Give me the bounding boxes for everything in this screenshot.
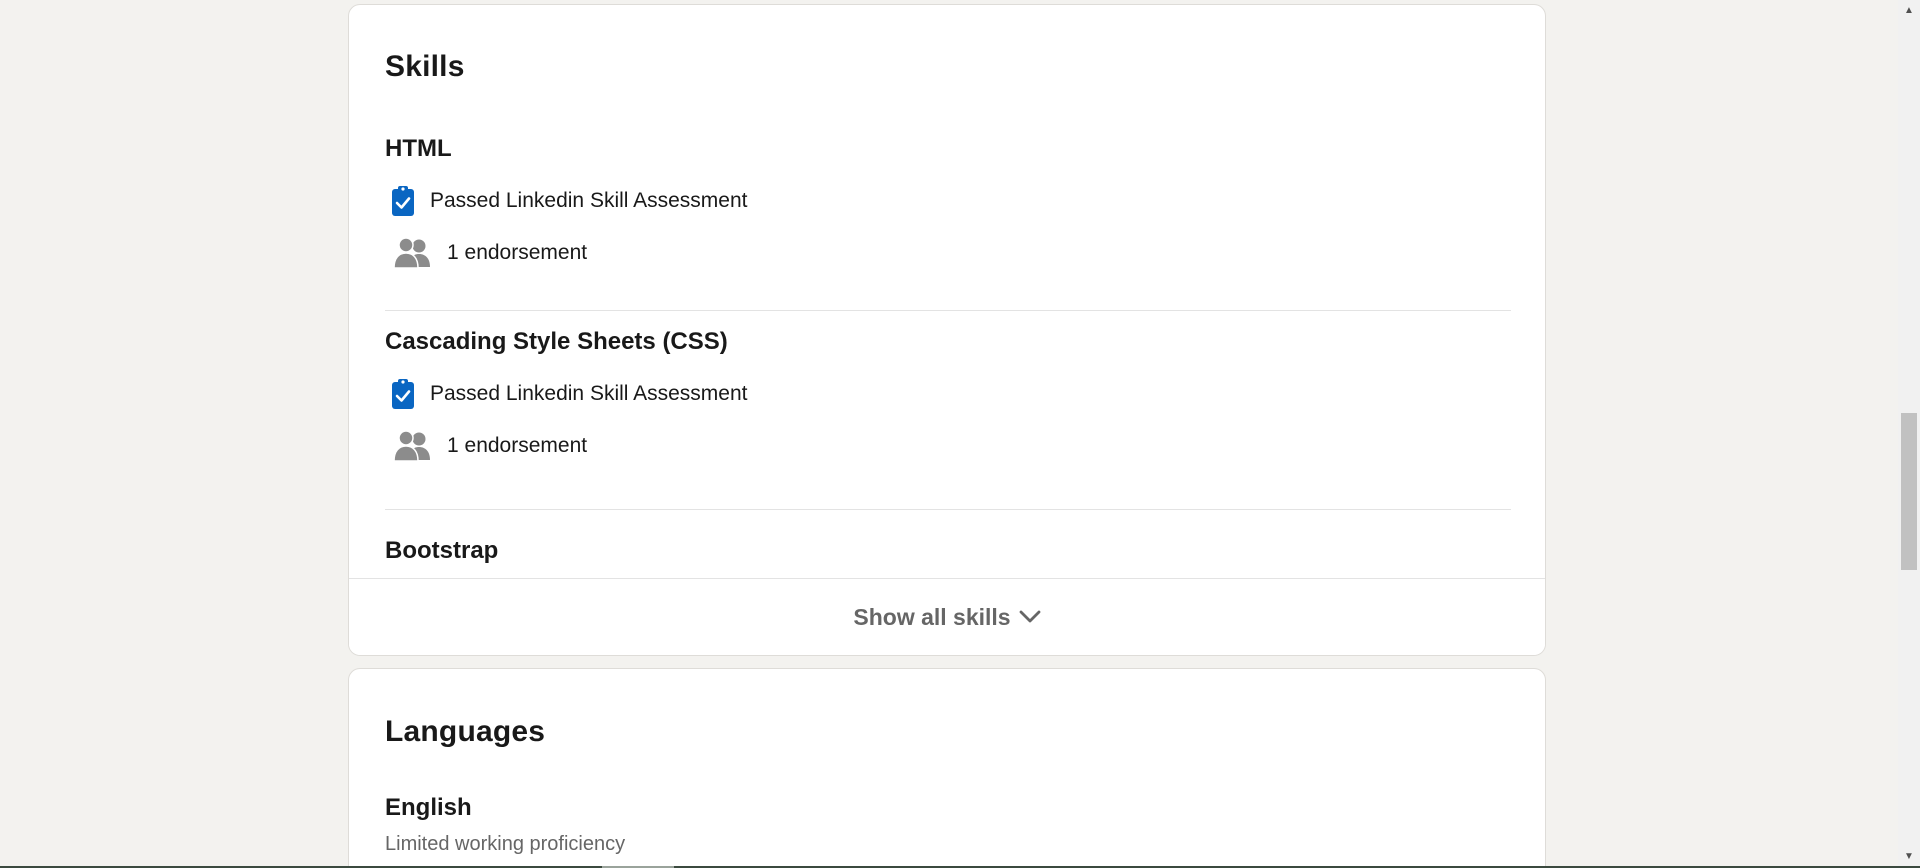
scrollbar-thumb[interactable] xyxy=(1901,413,1917,570)
skills-section-title: Skills xyxy=(385,50,465,83)
chevron-down-icon xyxy=(1019,610,1041,624)
skills-card: Skills HTML Passed Linkedin Skill Assess… xyxy=(348,4,1546,656)
skill-item-bootstrap[interactable]: Bootstrap xyxy=(385,510,1511,587)
show-all-skills-label[interactable]: Show all skills xyxy=(853,604,1010,631)
skill-endorsements[interactable]: 1 endorsement xyxy=(385,235,1511,271)
endorsement-count: 1 endorsement xyxy=(447,434,588,457)
people-icon xyxy=(391,237,433,269)
vertical-scrollbar[interactable]: ▲ ▼ xyxy=(1898,0,1920,866)
skill-item-html[interactable]: HTML Passed Linkedin Skill Assessment 1 … xyxy=(385,129,1511,311)
clipboard-check-icon xyxy=(388,185,418,217)
show-all-skills-button[interactable]: Show all skills xyxy=(349,578,1545,655)
skill-name[interactable]: HTML xyxy=(385,133,1511,165)
skill-name[interactable]: Bootstrap xyxy=(385,535,1511,567)
skill-assessment: Passed Linkedin Skill Assessment xyxy=(385,376,1511,412)
languages-section-title: Languages xyxy=(385,715,546,748)
profile-page: Skills HTML Passed Linkedin Skill Assess… xyxy=(0,0,1920,868)
language-name: English xyxy=(385,794,472,821)
language-proficiency: Limited working proficiency xyxy=(385,833,626,855)
assessment-label: Passed Linkedin Skill Assessment xyxy=(430,189,748,212)
skill-assessment: Passed Linkedin Skill Assessment xyxy=(385,183,1511,219)
scroll-down-arrow-icon[interactable]: ▼ xyxy=(1898,846,1920,866)
scroll-up-arrow-icon[interactable]: ▲ xyxy=(1898,0,1920,20)
skill-item-css[interactable]: Cascading Style Sheets (CSS) Passed Link… xyxy=(385,311,1511,510)
clipboard-check-icon xyxy=(388,378,418,410)
skill-endorsements[interactable]: 1 endorsement xyxy=(385,428,1511,464)
languages-card: Languages English Limited working profic… xyxy=(348,668,1546,868)
endorsement-count: 1 endorsement xyxy=(447,241,588,264)
people-icon xyxy=(391,430,433,462)
skill-name[interactable]: Cascading Style Sheets (CSS) xyxy=(385,326,1511,358)
skill-list: HTML Passed Linkedin Skill Assessment 1 … xyxy=(385,129,1511,587)
assessment-label: Passed Linkedin Skill Assessment xyxy=(430,382,748,405)
